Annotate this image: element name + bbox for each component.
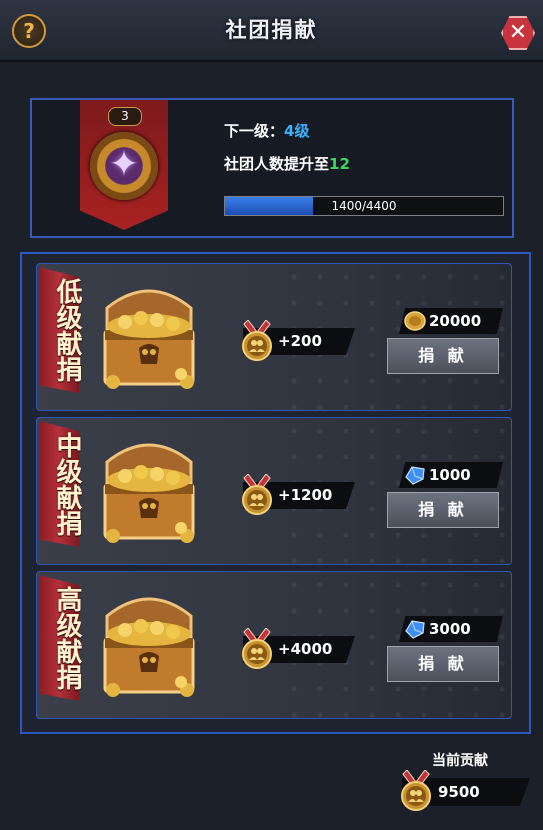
- treasure-chest-icon: [95, 432, 203, 548]
- members-line: 社团人数提升至12: [224, 153, 350, 174]
- next-level-line: 下一级：4级: [224, 120, 309, 141]
- donation-list: 低级献捐 +200 20000 捐 献 中级献捐 +1200 1000 捐 献 …: [20, 252, 531, 734]
- close-icon: ✕: [508, 20, 528, 45]
- tier-name: 中级献捐: [52, 432, 82, 536]
- cost-amount: 3000: [429, 620, 471, 638]
- reward-amount: +200: [278, 332, 322, 350]
- donate-button[interactable]: 捐 献: [387, 492, 499, 528]
- next-level-label: 下一级：: [224, 122, 285, 140]
- reward-amount: +4000: [278, 640, 333, 658]
- blue-gem-icon: [403, 464, 427, 486]
- donation-tier-card: 中级献捐 +1200 1000 捐 献: [36, 417, 512, 565]
- donation-tier-card: 高级献捐 +4000 3000 捐 献: [36, 571, 512, 719]
- treasure-chest-icon: [95, 586, 203, 702]
- donate-button[interactable]: 捐 献: [387, 646, 499, 682]
- donate-button[interactable]: 捐 献: [387, 338, 499, 374]
- tier-name: 低级献捐: [52, 278, 82, 382]
- current-contribution-value: 9500: [438, 783, 480, 801]
- members-value: 12: [329, 155, 350, 173]
- current-contribution-label: 当前贡献: [432, 753, 488, 769]
- donation-tier-card: 低级献捐 +200 20000 捐 献: [36, 263, 512, 411]
- progress-text: 1400/4400: [331, 199, 397, 213]
- contribution-medal-icon: [239, 627, 275, 670]
- gold-coin-icon: [403, 310, 427, 332]
- level-progress-bar: 1400/4400: [224, 196, 504, 216]
- members-label: 社团人数提升至: [224, 155, 330, 173]
- club-level-badge: 3: [108, 107, 142, 126]
- emblem-star-icon: ✦: [108, 144, 140, 185]
- blue-gem-icon: [403, 618, 427, 640]
- reward-amount: +1200: [278, 486, 333, 504]
- treasure-chest-icon: [95, 278, 203, 394]
- next-level-value: 4级: [284, 122, 310, 140]
- cost-amount: 1000: [429, 466, 471, 484]
- dialog-title: 社团捐献: [225, 18, 318, 42]
- contribution-medal-icon: [239, 319, 275, 362]
- cost-amount: 20000: [429, 312, 482, 330]
- level-panel: 3 ✦ 下一级：4级 社团人数提升至12 1400/4400: [30, 98, 514, 238]
- contribution-medal-icon: [239, 473, 275, 516]
- contribution-medal-icon: [398, 769, 434, 812]
- tier-name: 高级献捐: [52, 586, 82, 690]
- dialog-header: ? 社团捐献 ✕: [0, 0, 543, 62]
